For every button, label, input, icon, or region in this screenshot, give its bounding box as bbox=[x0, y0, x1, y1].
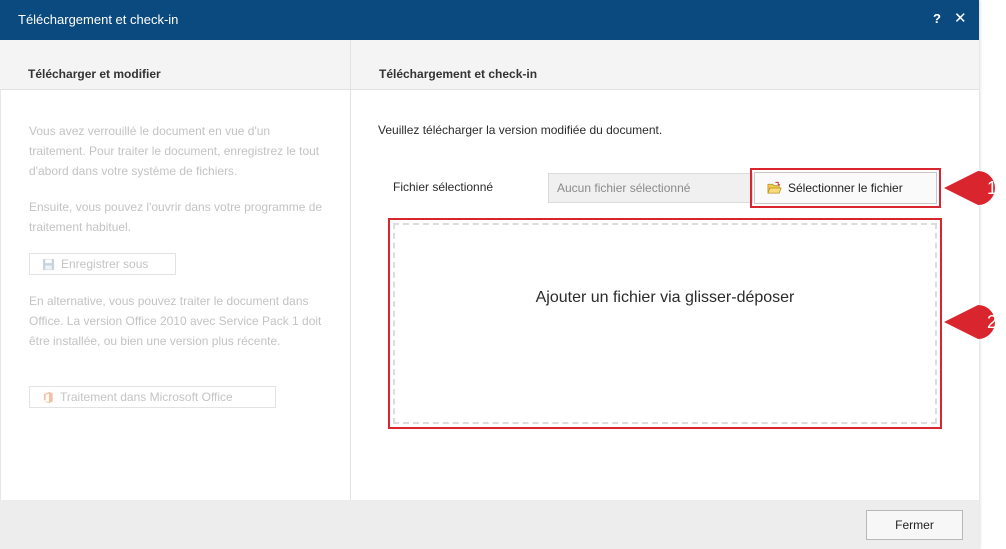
folder-open-icon bbox=[767, 181, 782, 194]
right-column-header: Téléchargement et check-in bbox=[351, 40, 979, 90]
close-button[interactable]: Fermer bbox=[866, 510, 963, 540]
file-drop-zone[interactable]: Ajouter un fichier via glisser-déposer bbox=[393, 223, 937, 424]
select-file-button[interactable]: Sélectionner le fichier bbox=[754, 172, 937, 204]
selected-file-field: Aucun fichier sélectionné bbox=[548, 173, 753, 203]
download-instructions: Vous avez verrouillé le document en vue … bbox=[29, 124, 320, 178]
left-border bbox=[0, 89, 1, 500]
drop-zone-text: Ajouter un fichier via glisser-déposer bbox=[535, 288, 795, 306]
save-as-label: Enregistrer sous bbox=[61, 257, 149, 271]
selected-file-label: Fichier sélectionné bbox=[393, 180, 494, 194]
close-icon[interactable]: ✕ bbox=[954, 9, 967, 27]
office-edit-label: Traitement dans Microsoft Office bbox=[60, 390, 233, 404]
column-divider bbox=[350, 40, 351, 500]
upload-checkin-dialog: Téléchargement et check-in ? ✕ Télécharg… bbox=[0, 0, 979, 549]
office-edit-button[interactable]: Traitement dans Microsoft Office bbox=[29, 386, 276, 408]
callout-number-1: 1 bbox=[986, 177, 997, 198]
callout-number-2: 2 bbox=[986, 311, 997, 332]
callout-marker-1: 1 bbox=[944, 169, 1006, 207]
office-icon bbox=[43, 391, 53, 403]
help-button[interactable]: ? bbox=[933, 11, 941, 26]
select-file-label: Sélectionner le fichier bbox=[788, 181, 903, 195]
upload-instruction: Veuillez télécharger la version modifiée… bbox=[378, 123, 663, 137]
floppy-disk-icon bbox=[42, 258, 55, 270]
save-as-button[interactable]: Enregistrer sous bbox=[29, 253, 176, 275]
close-button-label: Fermer bbox=[895, 518, 934, 532]
left-column-title: Télécharger et modifier bbox=[28, 67, 161, 81]
dialog-footer bbox=[0, 500, 979, 549]
office-instructions: En alternative, vous pouvez traiter le d… bbox=[29, 294, 322, 348]
callout-marker-2: 2 bbox=[944, 303, 1006, 341]
right-column-title: Téléchargement et check-in bbox=[379, 67, 538, 81]
title-bar: Téléchargement et check-in ? ✕ bbox=[0, 0, 979, 40]
dialog-title: Téléchargement et check-in bbox=[18, 12, 179, 27]
open-instructions: Ensuite, vous pouvez l'ouvrir dans votre… bbox=[29, 200, 323, 234]
left-column-header: Télécharger et modifier bbox=[0, 40, 350, 90]
